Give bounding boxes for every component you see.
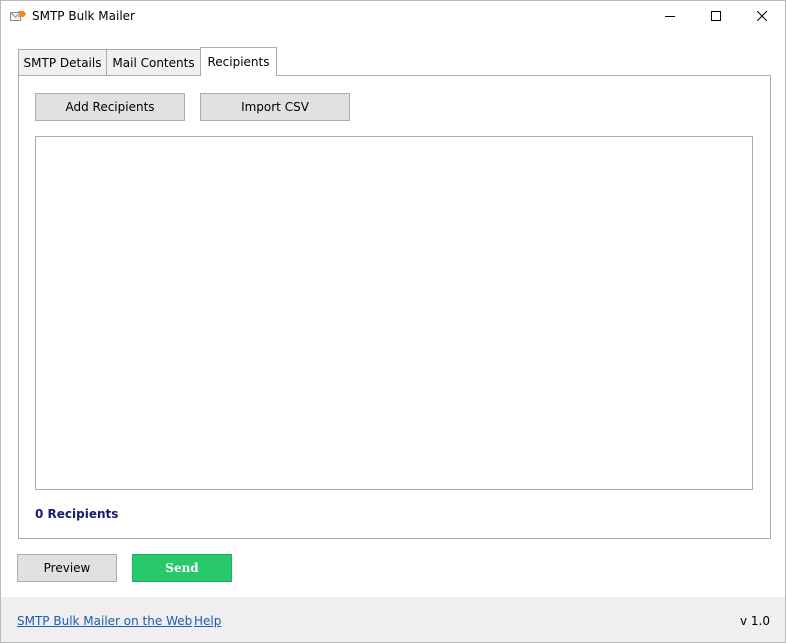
mail-arrow-icon <box>10 11 26 21</box>
tab-recipients[interactable]: Recipients <box>200 47 277 76</box>
minimize-icon <box>665 16 675 17</box>
app-window: SMTP Bulk Mailer SMTP Details Mail Conte… <box>0 0 786 643</box>
maximize-icon <box>711 11 721 21</box>
close-icon <box>757 11 767 21</box>
recipients-count-label: 0 Recipients <box>35 507 119 521</box>
version-label: v 1.0 <box>740 614 770 628</box>
preview-button[interactable]: Preview <box>17 554 117 582</box>
recipients-list[interactable] <box>35 136 753 490</box>
import-csv-button[interactable]: Import CSV <box>200 93 350 121</box>
add-recipients-button[interactable]: Add Recipients <box>35 93 185 121</box>
tab-smtp-details[interactable]: SMTP Details <box>18 49 107 75</box>
minimize-button[interactable] <box>647 1 693 31</box>
help-link[interactable]: Help <box>194 614 221 628</box>
status-footer: SMTP Bulk Mailer on the Web Help v 1.0 <box>1 597 785 642</box>
send-button[interactable]: Send <box>132 554 232 582</box>
window-title: SMTP Bulk Mailer <box>32 9 135 23</box>
close-button[interactable] <box>739 1 785 31</box>
maximize-button[interactable] <box>693 1 739 31</box>
web-link[interactable]: SMTP Bulk Mailer on the Web <box>17 614 192 628</box>
tab-mail-contents[interactable]: Mail Contents <box>107 49 201 75</box>
title-bar[interactable]: SMTP Bulk Mailer <box>1 1 785 31</box>
